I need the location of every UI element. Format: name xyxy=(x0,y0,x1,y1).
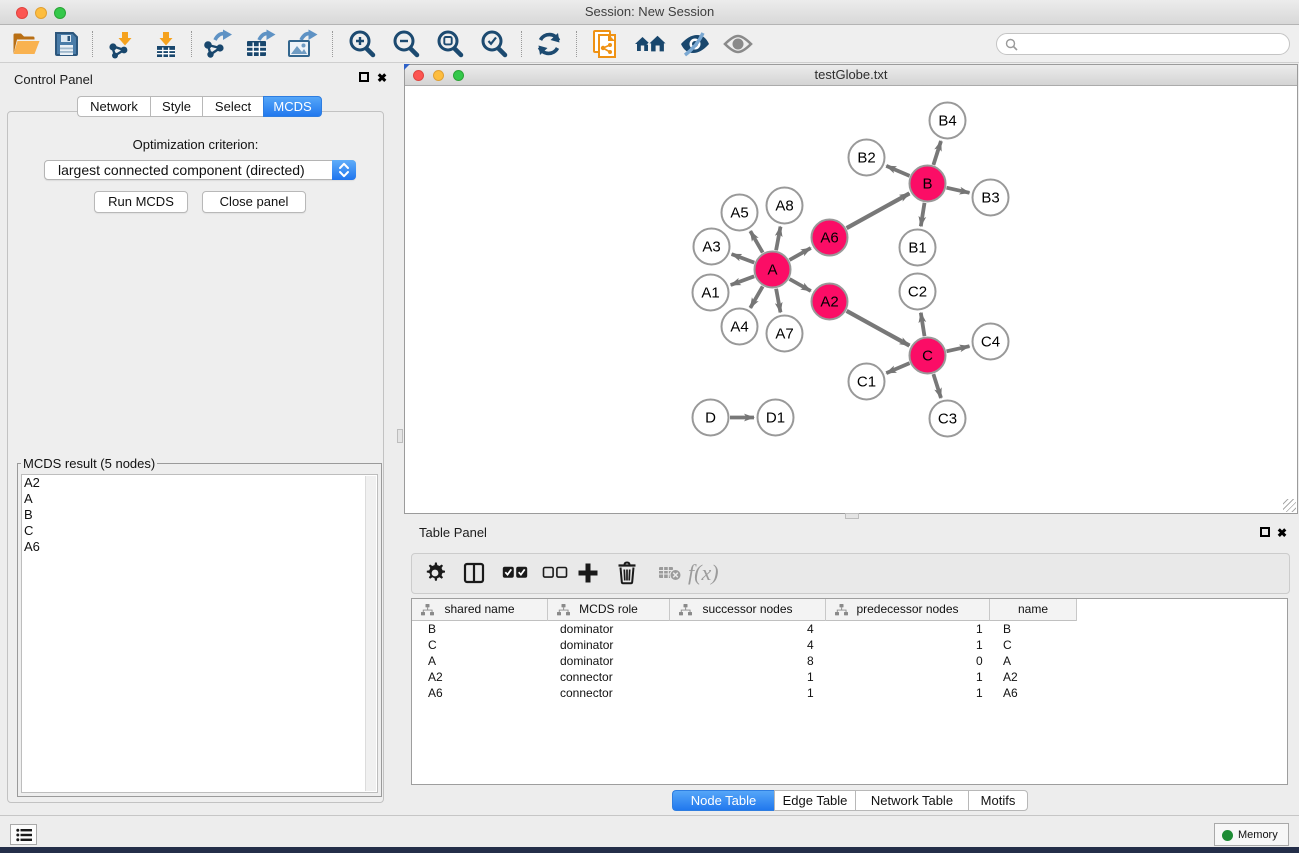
svg-text:A: A xyxy=(767,262,777,279)
svg-text:B3: B3 xyxy=(981,190,999,207)
svg-text:A3: A3 xyxy=(702,239,720,256)
svg-text:A1: A1 xyxy=(701,285,719,302)
svg-text:C: C xyxy=(922,348,933,365)
svg-text:A5: A5 xyxy=(730,205,748,222)
svg-text:A6: A6 xyxy=(820,230,838,247)
svg-text:D1: D1 xyxy=(766,410,785,427)
svg-text:A7: A7 xyxy=(775,326,793,343)
svg-text:B: B xyxy=(922,176,932,193)
svg-text:C3: C3 xyxy=(938,411,957,428)
svg-text:D: D xyxy=(705,410,716,427)
svg-text:C1: C1 xyxy=(857,374,876,391)
svg-text:A8: A8 xyxy=(775,198,793,215)
svg-text:C2: C2 xyxy=(908,284,927,301)
svg-text:B4: B4 xyxy=(938,113,956,130)
svg-text:C4: C4 xyxy=(981,334,1000,351)
svg-text:B2: B2 xyxy=(857,150,875,167)
svg-text:A2: A2 xyxy=(820,294,838,311)
svg-text:A4: A4 xyxy=(730,319,748,336)
svg-text:B1: B1 xyxy=(908,240,926,257)
